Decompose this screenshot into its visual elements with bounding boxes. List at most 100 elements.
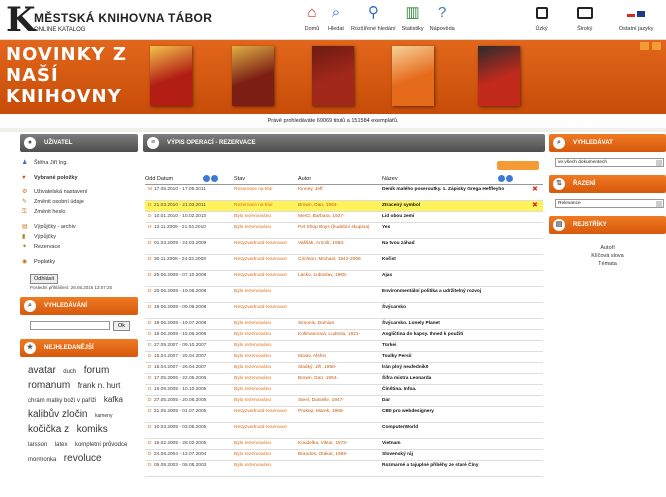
row-title[interactable]: Türkei [382,340,532,352]
row-title[interactable]: CBII pro webdesignery [382,406,532,423]
table-row[interactable]: H 12.11.2009 - 21.04.2010 Bylo rezervováno… [145,222,543,239]
pager[interactable] [497,161,539,170]
row-title[interactable]: Environmentální politika a udržitelný ro… [382,286,532,303]
tag-link[interactable]: chrám matky boží v paříži [28,398,96,404]
table-row[interactable]: D 25.06.2008 - 07.10.2008 Nevyzvednutá rez… [145,270,543,287]
view-2[interactable]: Ostatní jazyky [616,4,657,38]
sort-select[interactable]: Relevance [555,199,664,208]
library-logo[interactable]: K MĚSTSKÁ KNIHOVNA TÁBOR ONLINE KATALOG [4,2,212,38]
row-title[interactable]: Yes [382,222,532,239]
table-row[interactable]: D 27.09.2007 - 09.10.2007 Bylo rezervováno… [145,340,543,352]
table-row[interactable]: D 05.08.2003 - 08.08.2003 Bylo rezervováno… [145,460,543,477]
tag-link[interactable]: kameny [95,413,113,419]
column-author[interactable]: Autor [298,174,382,185]
user-menu-item[interactable]: ⚙ Uživatelská nastavení [20,187,138,197]
tag-link[interactable]: avatar [28,365,56,376]
tag-link[interactable]: frank n. hurt [78,381,121,390]
rss-icon[interactable] [640,42,649,50]
user-menu-item[interactable]: ✦ Rezervace [20,242,138,252]
tag-link[interactable]: komiks [77,424,108,435]
column-date[interactable]: Odd Datum [145,174,234,185]
user-menu-item[interactable]: ▤ Výpůjčky - archiv [20,222,138,232]
row-title[interactable]: Angličtina do kapsy. Ihned k použití [382,329,532,341]
table-row[interactable]: D 20.06.2008 - 19.06.2008 Bylo rezervováno… [145,286,543,303]
user-menu-item[interactable]: ⚿ Změnit heslo [20,207,138,217]
table-row[interactable]: M 17.05.2010 - 17.05.2011 Rezervace na tit… [145,184,543,201]
row-title[interactable]: Rozmarné a tajuplné příběhy ze staré Čín… [382,460,532,477]
quick-search-input[interactable] [30,321,110,330]
row-title[interactable]: Švýcarsko. Lonely Planet [382,318,532,330]
column-title[interactable]: Název [382,174,543,185]
row-title[interactable]: Šifra mistra Leonarda [382,373,532,385]
view-1[interactable]: Široký [573,4,597,38]
sort-icon[interactable] [505,175,513,183]
delete-icon[interactable]: ✖ [532,202,538,209]
sort-icon[interactable] [211,175,219,183]
sort-icon[interactable] [497,175,505,183]
row-title[interactable]: Na tvou záhad [382,238,532,255]
table-row[interactable]: D 16.09.2005 - 10.10.2005 Bylo rezervováno… [145,384,543,396]
table-row[interactable]: D 21.05.2005 - 01.07.2005 Nevyzvednutá rez… [145,406,543,423]
register-link[interactable]: Klíčová slova [549,252,666,260]
row-title[interactable]: Švýcarsko [382,302,532,319]
new-book-cover[interactable] [312,46,354,106]
table-row[interactable]: D 01.03.2009 - 24.03.2009 Nevyzvednutá rez… [145,238,543,255]
row-title[interactable]: Írán plný neafednik0 [382,362,532,374]
register-link[interactable]: Autoři [549,244,666,252]
table-row[interactable]: D 15.04.2007 - 25.04.2007 Bylo rezervováno… [145,351,543,363]
table-row[interactable]: D 19.06.2008 - 09.09.2008 Nevyzvednutá rez… [145,302,543,319]
table-row[interactable]: D 16.06.2008 - 15.06.2008 Bylo rezervováno… [145,329,543,341]
tag-link[interactable]: revoluce [64,453,102,464]
favorites-link[interactable]: ♥ Vybrané položky [20,173,138,183]
row-title[interactable]: Vietnam [382,438,532,450]
table-row[interactable]: D 19.06.2008 - 19.07.2008 Bylo rezervováno… [145,318,543,330]
table-row[interactable]: D 24.08.2004 - 12.07.2004 Bylo rezervováno… [145,449,543,461]
column-state[interactable]: Stav [234,174,298,185]
row-title[interactable]: Ajax [382,270,532,287]
new-book-cover[interactable] [478,46,520,106]
table-row[interactable]: D 30.11.2008 - 24.03.2009 Nevyzvednutá rez… [145,254,543,271]
nav-1[interactable]: ⌕ Hledat [324,4,348,38]
row-title[interactable]: Lid obou zemí [382,211,532,223]
row-title[interactable]: Čínština. Infoa. [382,384,532,396]
search-scope-select[interactable]: ve všech dokumentech [555,158,664,167]
new-book-cover[interactable] [150,46,192,106]
table-row[interactable]: D 27.05.2005 - 20.06.2005 Bylo rezervováno… [145,395,543,407]
table-row[interactable]: D 10.03.2005 - 03.05.2005 Nevyzvednutá rez… [145,422,543,439]
tag-link[interactable]: kalibův zločin [28,409,87,420]
table-row[interactable]: D 21.03.2010 - 21.03.2011 Rezervace na tit… [145,200,543,212]
register-link[interactable]: Témata [549,260,666,268]
new-book-cover[interactable] [232,46,274,106]
user-menu-item[interactable]: ◉ Poplatky [20,257,138,267]
table-row[interactable]: D 17.05.2006 - 22.05.2006 Bylo rezervováno… [145,373,543,385]
tag-link[interactable]: duch [63,369,76,375]
user-menu-item[interactable]: ✎ Změnit osobní údaje [20,197,138,207]
table-row[interactable]: D 15.04.2007 - 26.04.2007 Bylo rezervováno… [145,362,543,374]
sort-icon[interactable] [203,175,211,183]
row-title[interactable]: Ztracený symbol [382,200,532,212]
row-title[interactable]: Dar [382,395,532,407]
tag-link[interactable]: romanum [28,380,70,391]
tag-link[interactable]: latex [55,442,68,448]
table-row[interactable]: D 10.01.2010 - 10.02.2010 Bylo rezervováno… [145,211,543,223]
nav-2[interactable]: ⚲ Rozšířené hledání [348,4,399,38]
table-row[interactable]: D 16.02.2005 - 28.02.2005 Bylo rezervováno… [145,438,543,450]
tag-link[interactable]: mormonka [28,457,56,463]
row-title[interactable]: ComputerWorld [382,422,532,439]
tag-link[interactable]: kompletní průvodce [75,442,127,448]
nav-4[interactable]: ? Nápověda [427,4,458,38]
tag-link[interactable]: kočička z [28,424,69,435]
row-title[interactable]: Slovenský ráj [382,449,532,461]
nav-3[interactable]: ▥ Statistiky [399,4,427,38]
tag-link[interactable]: forum [84,365,110,376]
logout-button[interactable]: Odhlásit [30,274,59,284]
close-icon[interactable] [652,42,661,50]
quick-search-ok-button[interactable]: Ok [113,321,131,331]
row-title[interactable]: Toulky Persií [382,351,532,363]
tag-link[interactable]: larsson [28,442,47,448]
tag-link[interactable]: kafka [104,395,123,404]
view-0[interactable]: Úzký [530,4,554,38]
new-book-cover[interactable] [392,46,434,106]
row-title[interactable]: Deník malého poseroutky. 1. Zápisky Greg… [382,184,532,201]
delete-icon[interactable]: ✖ [532,186,538,193]
